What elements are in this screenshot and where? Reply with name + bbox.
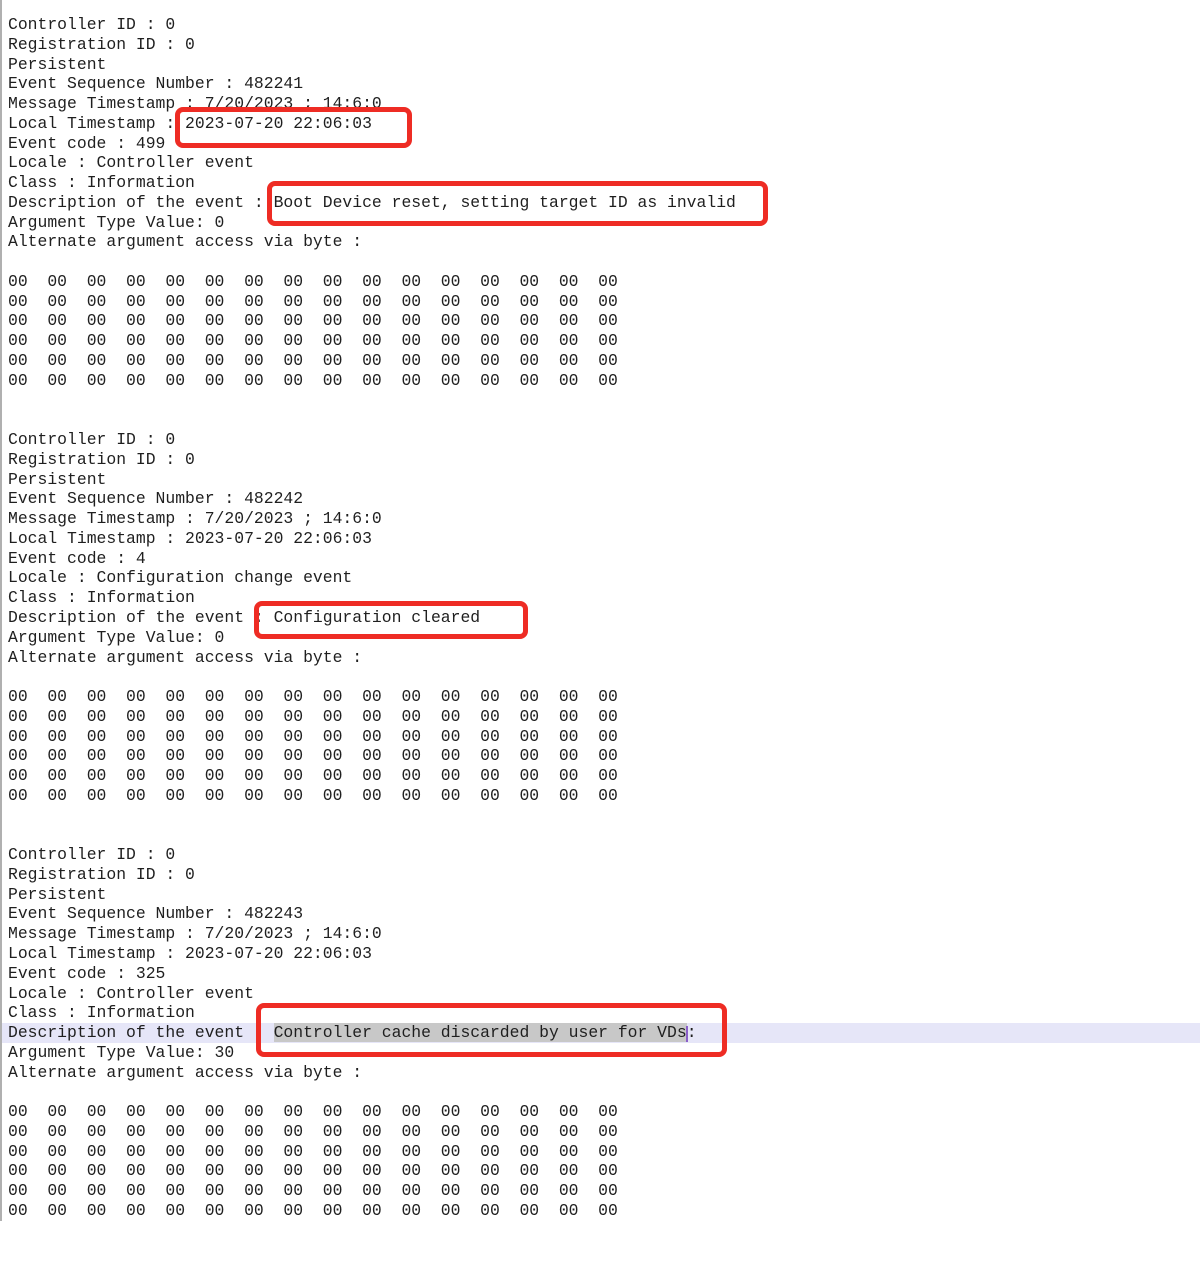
hex-dump-row: 00 00 00 00 00 00 00 00 00 00 00 00 00 0…: [8, 746, 1200, 766]
log-line: Locale : Controller event: [8, 153, 1200, 173]
log-document[interactable]: Controller ID : 0Registration ID : 0Pers…: [0, 0, 1200, 1221]
hex-dump-row: 00 00 00 00 00 00 00 00 00 00 00 00 00 0…: [8, 766, 1200, 786]
log-line: Registration ID : 0: [8, 35, 1200, 55]
log-line: Class : Information: [8, 1003, 1200, 1023]
alternate-argument-line: Alternate argument access via byte :: [8, 232, 1200, 252]
log-line: Locale : Configuration change event: [8, 568, 1200, 588]
log-line: Description of the event : Configuration…: [8, 608, 1200, 628]
log-line: Controller ID : 0: [8, 845, 1200, 865]
hex-dump-row: 00 00 00 00 00 00 00 00 00 00 00 00 00 0…: [8, 272, 1200, 292]
log-line: Message Timestamp : 7/20/2023 ; 14:6:0: [8, 94, 1200, 114]
alternate-argument-line: Alternate argument access via byte :: [8, 648, 1200, 668]
hex-dump-row: 00 00 00 00 00 00 00 00 00 00 00 00 00 0…: [8, 786, 1200, 806]
log-line: Class : Information: [8, 173, 1200, 193]
description-remainder: :: [687, 1023, 697, 1042]
log-line: Local Timestamp : 2023-07-20 22:06:03: [8, 114, 1200, 134]
log-line: Registration ID : 0: [8, 865, 1200, 885]
persistent-flag: Persistent: [8, 55, 1200, 75]
blank-line: [8, 825, 1200, 845]
blank-line: [8, 667, 1200, 687]
hex-dump-row: 00 00 00 00 00 00 00 00 00 00 00 00 00 0…: [8, 1102, 1200, 1122]
persistent-flag: Persistent: [8, 470, 1200, 490]
hex-dump-row: 00 00 00 00 00 00 00 00 00 00 00 00 00 0…: [8, 1181, 1200, 1201]
log-line: Event code : 4: [8, 549, 1200, 569]
hex-dump-row: 00 00 00 00 00 00 00 00 00 00 00 00 00 0…: [8, 1161, 1200, 1181]
field-label: Description of the event :: [8, 1023, 274, 1042]
log-line: Argument Type Value: 0: [8, 213, 1200, 233]
log-line: Local Timestamp : 2023-07-20 22:06:03: [8, 529, 1200, 549]
hex-dump-row: 00 00 00 00 00 00 00 00 00 00 00 00 00 0…: [8, 1201, 1200, 1221]
log-line: Event Sequence Number : 482243: [8, 904, 1200, 924]
hex-dump-row: 00 00 00 00 00 00 00 00 00 00 00 00 00 0…: [8, 1142, 1200, 1162]
log-line: Class : Information: [8, 588, 1200, 608]
hex-dump-row: 00 00 00 00 00 00 00 00 00 00 00 00 00 0…: [8, 707, 1200, 727]
log-line: Registration ID : 0: [8, 450, 1200, 470]
hex-dump-row: 00 00 00 00 00 00 00 00 00 00 00 00 00 0…: [8, 1122, 1200, 1142]
hex-dump-row: 00 00 00 00 00 00 00 00 00 00 00 00 00 0…: [8, 331, 1200, 351]
log-line: Argument Type Value: 30: [8, 1043, 1200, 1063]
persistent-flag: Persistent: [8, 885, 1200, 905]
log-line: Local Timestamp : 2023-07-20 22:06:03: [8, 944, 1200, 964]
hex-dump-row: 00 00 00 00 00 00 00 00 00 00 00 00 00 0…: [8, 292, 1200, 312]
hex-dump-row: 00 00 00 00 00 00 00 00 00 00 00 00 00 0…: [8, 687, 1200, 707]
blank-line: [8, 391, 1200, 411]
description-line-selected: Description of the event : Controller ca…: [2, 1023, 1200, 1043]
log-line: Message Timestamp : 7/20/2023 ; 14:6:0: [8, 509, 1200, 529]
log-line: Event Sequence Number : 482241: [8, 74, 1200, 94]
log-line: Controller ID : 0: [8, 15, 1200, 35]
hex-dump-row: 00 00 00 00 00 00 00 00 00 00 00 00 00 0…: [8, 371, 1200, 391]
log-line: Event code : 325: [8, 964, 1200, 984]
hex-dump-row: 00 00 00 00 00 00 00 00 00 00 00 00 00 0…: [8, 727, 1200, 747]
selected-text: Controller cache discarded by user for V…: [274, 1023, 687, 1042]
blank-line: [8, 1082, 1200, 1102]
blank-line: [8, 806, 1200, 826]
hex-dump-row: 00 00 00 00 00 00 00 00 00 00 00 00 00 0…: [8, 351, 1200, 371]
log-line: Event code : 499: [8, 134, 1200, 154]
blank-line: [8, 252, 1200, 272]
log-line: Message Timestamp : 7/20/2023 ; 14:6:0: [8, 924, 1200, 944]
alternate-argument-line: Alternate argument access via byte :: [8, 1063, 1200, 1083]
log-line: Locale : Controller event: [8, 984, 1200, 1004]
log-line: Event Sequence Number : 482242: [8, 489, 1200, 509]
log-line: Argument Type Value: 0: [8, 628, 1200, 648]
log-line: Controller ID : 0: [8, 430, 1200, 450]
log-line: Description of the event : Boot Device r…: [8, 193, 1200, 213]
hex-dump-row: 00 00 00 00 00 00 00 00 00 00 00 00 00 0…: [8, 311, 1200, 331]
blank-line: [8, 410, 1200, 430]
